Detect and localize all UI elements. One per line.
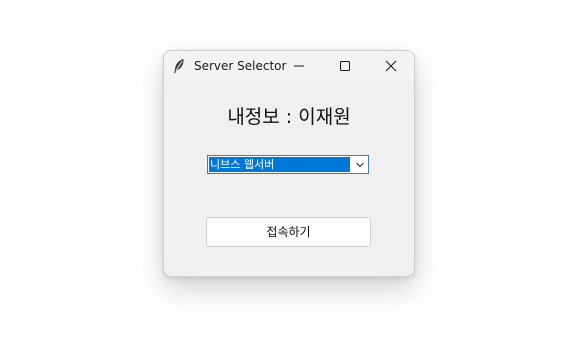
- server-select-value[interactable]: 니브스 웹서버: [209, 157, 350, 172]
- chevron-down-icon: [355, 155, 365, 174]
- server-selector-window: Server Selector 내정보: 이재원 니브스 웹서버 접속하기: [163, 50, 415, 277]
- window-title: Server Selector: [194, 59, 287, 73]
- close-icon: [385, 57, 397, 76]
- title-bar[interactable]: Server Selector: [164, 51, 414, 82]
- minimize-button[interactable]: [276, 51, 322, 82]
- feather-icon: [172, 58, 186, 74]
- maximize-icon: [339, 57, 351, 76]
- window-content: 내정보 : 이재원 니브스 웹서버 접속하기: [164, 82, 414, 276]
- desktop: Server Selector 내정보: 이재원 니브스 웹서버 접속하기: [0, 0, 576, 343]
- user-info-label: 내정보 : 이재원: [227, 106, 351, 128]
- maximize-button[interactable]: [322, 51, 368, 82]
- close-button[interactable]: [368, 51, 414, 82]
- server-select[interactable]: 니브스 웹서버: [207, 155, 369, 174]
- connect-button[interactable]: 접속하기: [206, 217, 371, 247]
- dropdown-button[interactable]: [351, 156, 368, 173]
- minimize-icon: [293, 57, 305, 76]
